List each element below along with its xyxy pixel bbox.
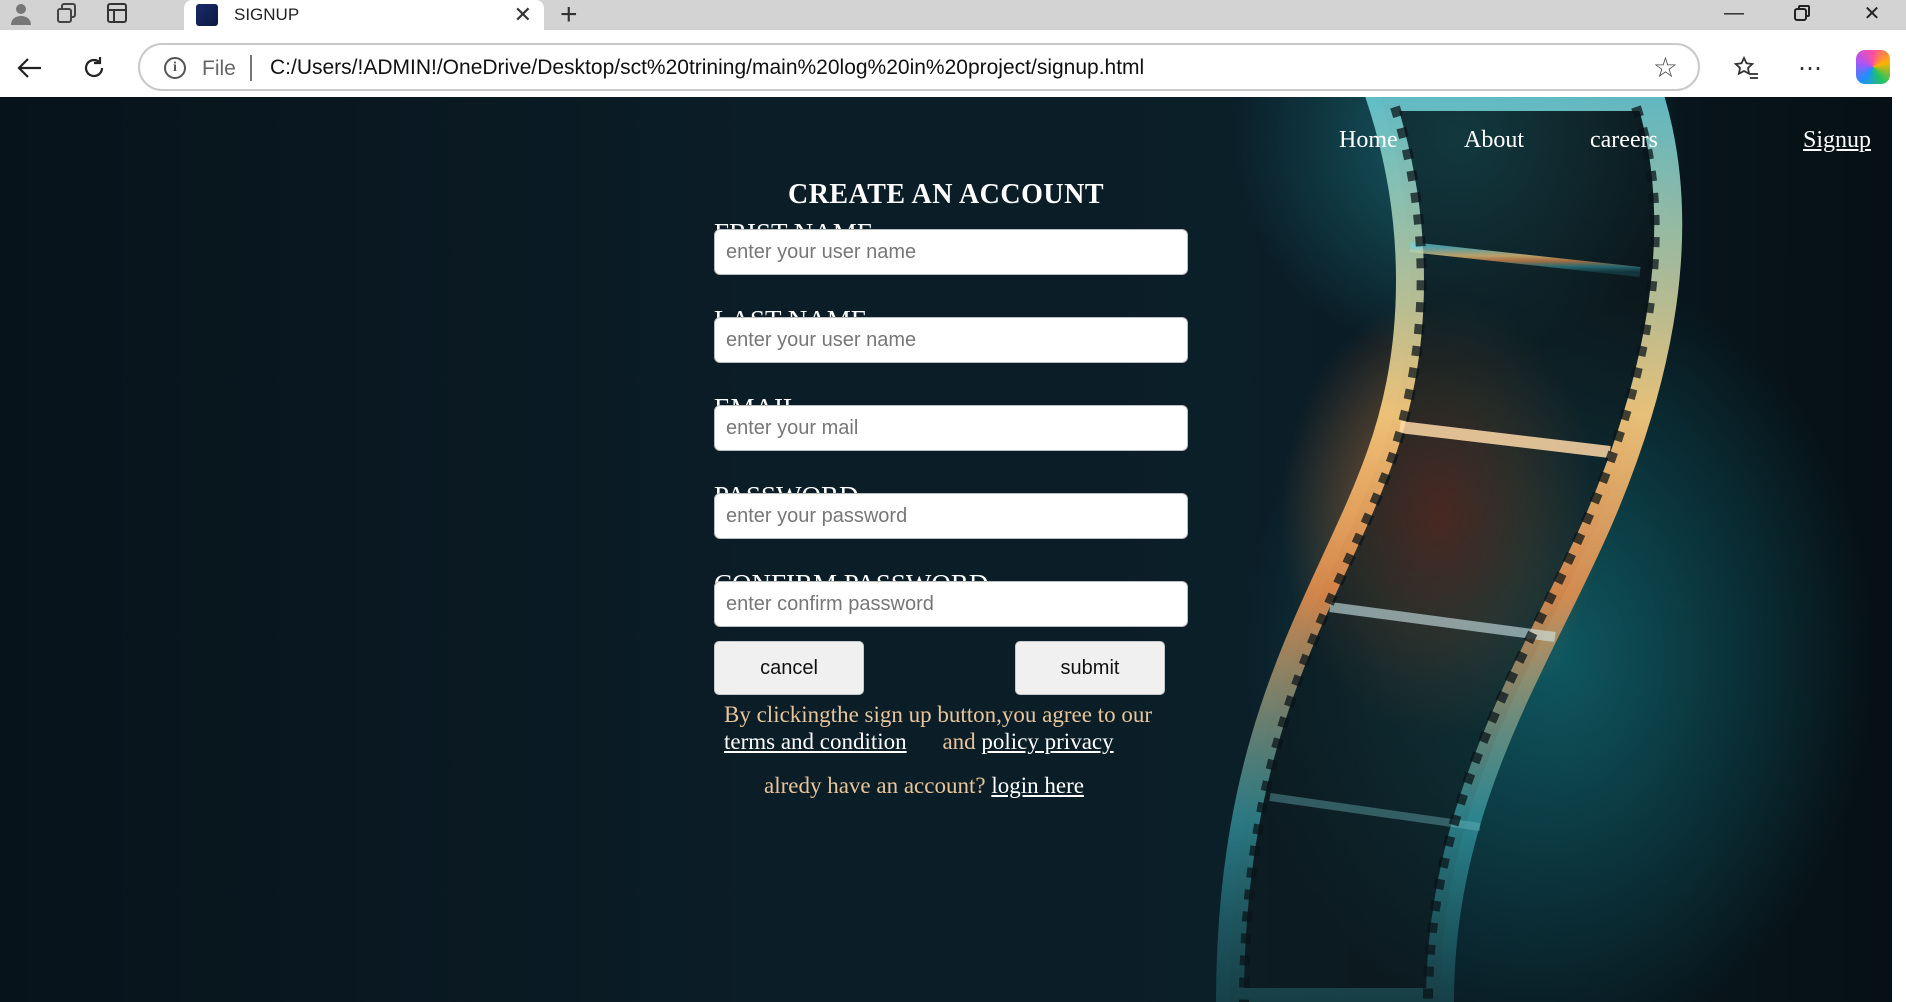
close-tab-icon[interactable]: ✕ <box>514 2 532 28</box>
workspaces-icon[interactable] <box>52 0 82 26</box>
vertical-tabs-icon[interactable] <box>102 0 132 26</box>
nav-signup-link[interactable]: Signup <box>1803 127 1871 154</box>
submit-button[interactable]: submit <box>1015 641 1165 695</box>
login-here-link[interactable]: login here <box>991 773 1084 798</box>
favorites-icon[interactable] <box>1726 50 1766 86</box>
terms-text: By clickingthe sign up button,you agree … <box>724 702 1152 727</box>
terms-and-condition-link[interactable]: terms and condition <box>724 729 907 754</box>
last-name-input[interactable] <box>714 317 1188 363</box>
info-icon[interactable]: i <box>164 57 186 79</box>
browser-tab-active[interactable]: SIGNUP ✕ <box>184 0 544 30</box>
more-options-icon[interactable]: ⋯ <box>1790 50 1830 86</box>
password-input[interactable] <box>714 493 1188 539</box>
restore-icon[interactable] <box>1768 0 1836 26</box>
tab-title: SIGNUP <box>234 5 300 24</box>
reload-icon[interactable] <box>74 50 114 86</box>
first-name-input[interactable] <box>714 229 1188 275</box>
address-separator <box>250 55 252 81</box>
back-icon[interactable] <box>10 50 50 86</box>
nav-home-link[interactable]: Home <box>1339 127 1398 154</box>
page-viewport: Home About careers Signup CREATE AN ACCO… <box>0 97 1906 1002</box>
nav-careers-link[interactable]: careers <box>1590 127 1658 154</box>
address-bar[interactable]: i File C:/Users/!ADMIN!/OneDrive/Desktop… <box>138 43 1700 91</box>
login-prompt: alredy have an account? login here <box>764 773 1084 799</box>
url-text[interactable]: C:/Users/!ADMIN!/OneDrive/Desktop/sct%20… <box>270 56 1144 80</box>
login-prompt-text: alredy have an account? <box>764 773 986 798</box>
favicon-icon <box>196 4 218 26</box>
minimize-icon[interactable]: — <box>1700 0 1768 26</box>
form-title: CREATE AN ACCOUNT <box>787 179 1105 210</box>
confirm-password-input[interactable] <box>714 581 1188 627</box>
copilot-icon[interactable] <box>1856 50 1890 84</box>
new-tab-icon[interactable]: + <box>560 0 578 32</box>
close-window-icon[interactable]: ✕ <box>1838 0 1906 26</box>
nav-about-link[interactable]: About <box>1464 127 1524 154</box>
browser-tab-bar: SIGNUP ✕ + — ✕ <box>0 0 1906 32</box>
policy-privacy-link[interactable]: policy privacy <box>981 729 1113 754</box>
email-input[interactable] <box>714 405 1188 451</box>
cancel-button[interactable]: cancel <box>714 641 864 695</box>
terms-and-text: and <box>942 729 976 754</box>
address-prefix: File <box>202 57 236 80</box>
profile-icon[interactable] <box>6 0 36 26</box>
terms-notice: By clickingthe sign up button,you agree … <box>724 701 1184 755</box>
page-scrollbar[interactable] <box>1892 97 1906 1002</box>
favorite-star-icon[interactable]: ☆ <box>1653 51 1678 84</box>
